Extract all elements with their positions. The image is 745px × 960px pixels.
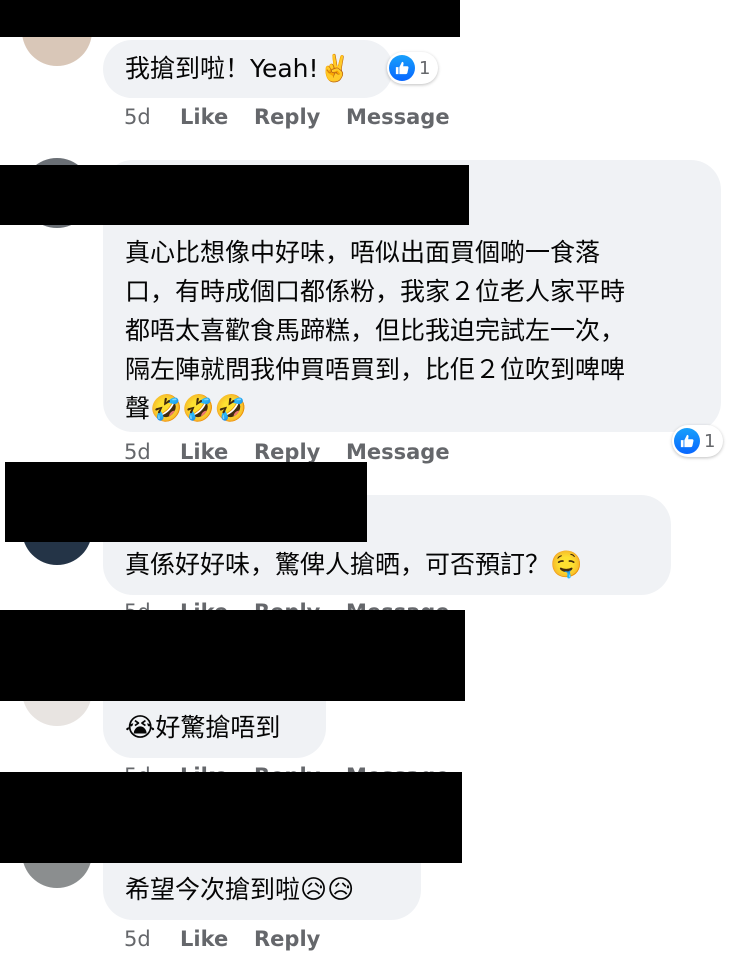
reply-button[interactable]: Reply <box>254 927 346 951</box>
loudly-crying-emoji: 😭 <box>125 713 156 743</box>
redaction-bar <box>0 165 469 225</box>
comment-bubble: 我搶到啦！Yeah!✌️ <box>103 40 393 98</box>
message-button[interactable]: Message <box>346 440 450 464</box>
comment-actions: 5d Like Reply Message <box>124 440 450 464</box>
timestamp[interactable]: 5d <box>124 105 180 129</box>
redaction-bar <box>0 772 462 863</box>
like-button[interactable]: Like <box>180 440 254 464</box>
like-button[interactable]: Like <box>180 105 254 129</box>
comment-text: 真係好好味，驚俾人搶晒，可否預訂？ <box>125 550 551 579</box>
redaction-bar <box>0 610 465 701</box>
reply-button[interactable]: Reply <box>254 440 346 464</box>
victory-hand-emoji: ✌️ <box>318 54 351 84</box>
timestamp[interactable]: 5d <box>124 440 180 464</box>
reaction-count[interactable]: 1 <box>672 425 724 457</box>
rolling-laughing-emoji: 🤣🤣🤣 <box>150 394 248 424</box>
reaction-count[interactable]: 1 <box>387 52 439 84</box>
redaction-bar <box>5 462 367 542</box>
comment-actions: 5d Like Reply <box>124 927 346 951</box>
message-button[interactable]: Message <box>346 105 450 129</box>
thumbs-up-icon <box>389 55 415 81</box>
drooling-face-emoji: 🤤 <box>550 550 583 580</box>
comment-text: 希望今次搶到啦 <box>125 875 301 904</box>
reply-button[interactable]: Reply <box>254 105 346 129</box>
like-button[interactable]: Like <box>180 927 254 951</box>
thumbs-up-icon <box>674 428 700 454</box>
comment-text: 好驚搶唔到 <box>155 713 281 742</box>
reaction-count-label: 1 <box>704 430 716 452</box>
reaction-count-label: 1 <box>419 57 431 79</box>
comment-text: 我搶到啦！Yeah! <box>125 54 319 83</box>
comment-actions: 5d Like Reply Message <box>124 105 450 129</box>
sad-relieved-emoji: 😥😥 <box>300 875 355 905</box>
redaction-bar <box>0 0 460 37</box>
timestamp[interactable]: 5d <box>124 927 180 951</box>
